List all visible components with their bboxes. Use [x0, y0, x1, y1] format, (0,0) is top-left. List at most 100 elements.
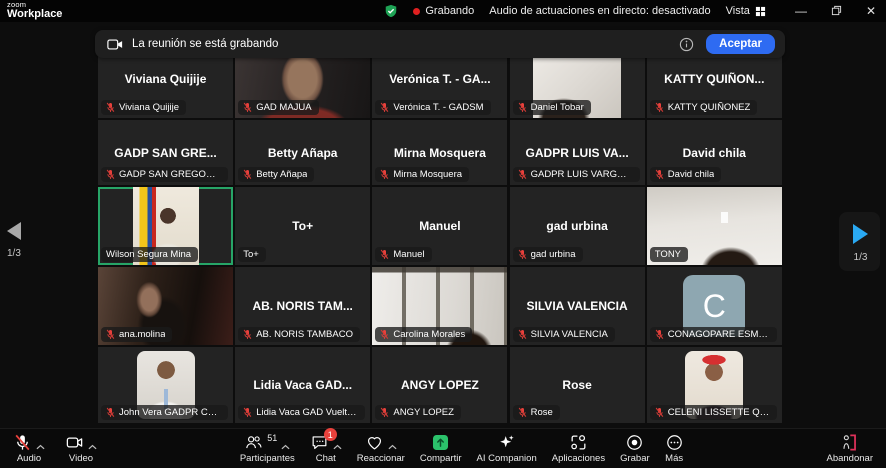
participant-name-label: SILVIA VALENCIA [513, 327, 615, 342]
leave-button[interactable]: Abandonar [822, 429, 878, 468]
video-label: Video [69, 453, 93, 464]
participant-tile-silvia-valencia[interactable]: SILVIA VALENCIASILVIA VALENCIA [510, 267, 645, 345]
participant-tile-mirna-mosquera[interactable]: Mirna MosqueraMirna Mosquera [372, 120, 507, 185]
muted-mic-icon [655, 329, 664, 340]
participant-tile-lidia-vaca-gad-vuelta-larga[interactable]: Lidia Vaca GAD...Lidia Vaca GAD Vuelta L… [235, 347, 370, 423]
participant-tile-betty-añapa[interactable]: Betty AñapaBetty Añapa [235, 120, 370, 185]
participant-tile-john-vera-gadpr-carlos-con[interactable]: John Vera GADPR Carlos Con... [98, 347, 233, 423]
participant-tile-angy-lopez[interactable]: ANGY LOPEZANGY LOPEZ [372, 347, 507, 423]
more-icon [665, 433, 684, 452]
participant-name-label: Verónica T. - GADSM [375, 100, 490, 115]
minimize-button[interactable]: — [795, 5, 807, 17]
audio-button[interactable]: Audio [8, 429, 50, 468]
participant-tile-celeni-lissette-quintero[interactable]: CELENI LISSETTE QUINTERO ... [647, 347, 782, 423]
gallery-next-button[interactable]: 1/3 [839, 212, 880, 271]
close-button[interactable]: ✕ [866, 5, 876, 17]
participant-name-label: CELENI LISSETTE QUINTERO ... [650, 405, 777, 420]
participant-name-label: CONAGOPARE ESMERALDAS [650, 327, 777, 342]
apps-label: Aplicaciones [552, 453, 605, 464]
more-label: Más [665, 453, 683, 464]
prev-page-indicator: 1/3 [7, 248, 21, 259]
accept-button[interactable]: Aceptar [706, 34, 775, 54]
participant-tile-to[interactable]: To+To+ [235, 187, 370, 265]
zoom-workplace-logo: zoom Workplace [7, 1, 62, 20]
participant-tile-rose[interactable]: RoseRose [510, 347, 645, 423]
apps-button[interactable]: Aplicaciones [547, 429, 610, 468]
participant-name-label: ANGY LOPEZ [375, 405, 461, 420]
muted-mic-icon [655, 169, 664, 180]
gallery-prev-button[interactable]: 1/3 [7, 222, 21, 259]
participant-name-label: To+ [238, 247, 266, 262]
participant-tile-gadpr-luis-vargas-torres[interactable]: GADPR LUIS VA...GADPR LUIS VARGAS TORRES [510, 120, 645, 185]
participant-tile-david-chila[interactable]: David chilaDavid chila [647, 120, 782, 185]
participant-name-label: TONY [650, 247, 688, 262]
next-page-indicator: 1/3 [854, 252, 868, 263]
muted-mic-icon [380, 102, 389, 113]
muted-mic-icon [380, 169, 389, 180]
chat-label: Chat [316, 453, 336, 464]
muted-mic-icon [106, 102, 115, 113]
muted-mic-icon [518, 329, 527, 340]
muted-mic-icon [243, 407, 252, 418]
muted-mic-icon [380, 249, 389, 260]
react-button[interactable]: Reaccionar [352, 429, 410, 468]
participant-name-label: David chila [650, 167, 721, 182]
participants-button[interactable]: 51 Participantes [235, 429, 300, 468]
muted-mic-icon [518, 102, 527, 113]
more-button[interactable]: Más [660, 429, 689, 468]
participant-name-label: Viviana Quijije [101, 100, 186, 115]
participant-tile-tony[interactable]: TONY [647, 187, 782, 265]
muted-mic-icon [106, 169, 115, 180]
participants-count: 51 [267, 433, 277, 443]
prev-arrow-icon [7, 222, 21, 240]
muted-mic-icon [106, 407, 115, 418]
chat-button[interactable]: 1 Chat [305, 429, 347, 468]
leave-label: Abandonar [827, 453, 873, 464]
muted-mic-icon [243, 329, 252, 340]
participant-tile-carolina-morales[interactable]: Carolina Morales [372, 267, 507, 345]
meeting-toolbar: Audio Video 51 [0, 428, 886, 468]
participant-name-label: gad urbina [513, 247, 583, 262]
participant-name-label: John Vera GADPR Carlos Con... [101, 405, 228, 420]
participant-name-label: KATTY QUIÑONEZ [650, 100, 758, 115]
muted-mic-icon [518, 169, 527, 180]
ai-sparkle-icon [497, 433, 516, 452]
participant-name-label: ana.molina [101, 327, 172, 342]
chat-unread-badge: 1 [324, 428, 337, 441]
ai-companion-button[interactable]: AI Companion [472, 429, 542, 468]
view-button[interactable]: Vista [726, 5, 766, 17]
participant-name-label: Carolina Morales [375, 327, 472, 342]
notification-message: La reunión se está grabando [132, 38, 278, 50]
recording-dot-icon [413, 8, 420, 15]
participant-tile-ana-molina[interactable]: ana.molina [98, 267, 233, 345]
participant-tile-manuel[interactable]: ManuelManuel [372, 187, 507, 265]
share-label: Compartir [420, 453, 462, 464]
muted-mic-icon [518, 407, 527, 418]
grid-view-icon [755, 6, 766, 17]
participant-grid: Viviana QuijijeViviana QuijijeGAD MAJUAV… [0, 22, 886, 428]
video-button[interactable]: Video [60, 429, 102, 468]
restore-button[interactable] [831, 5, 842, 18]
heart-icon [365, 433, 384, 452]
recording-indicator: Grabando [413, 5, 474, 17]
mic-muted-icon [13, 433, 32, 452]
participant-name-label: GADPR LUIS VARGAS TORRES [513, 167, 640, 182]
participant-tile-ab-noris-tambaco[interactable]: AB. NORIS TAM...AB. NORIS TAMBACO [235, 267, 370, 345]
participant-tile-gad-urbina[interactable]: gad urbinagad urbina [510, 187, 645, 265]
encryption-shield-icon[interactable] [384, 4, 398, 18]
participant-tile-gadp-san-gregorio[interactable]: GADP SAN GRE...GADP SAN GREGORIO [98, 120, 233, 185]
live-audio-status-text: Audio de actuaciones en directo: desacti… [489, 5, 710, 17]
record-button[interactable]: Grabar [615, 429, 655, 468]
participant-tile-conagopare-esmeraldas[interactable]: CCONAGOPARE ESMERALDAS [647, 267, 782, 345]
share-button[interactable]: Compartir [415, 429, 467, 468]
muted-mic-icon [655, 407, 664, 418]
leave-meeting-icon [840, 433, 859, 452]
next-arrow-icon [853, 224, 868, 244]
muted-mic-icon [380, 329, 389, 340]
participant-tile-wilson-segura-mina[interactable]: Wilson Segura Mina [98, 187, 233, 265]
info-icon[interactable] [679, 37, 694, 52]
camera-icon [65, 433, 84, 452]
participant-name-label: GADP SAN GREGORIO [101, 167, 228, 182]
participant-name-label: Betty Añapa [238, 167, 314, 182]
apps-icon [569, 433, 588, 452]
